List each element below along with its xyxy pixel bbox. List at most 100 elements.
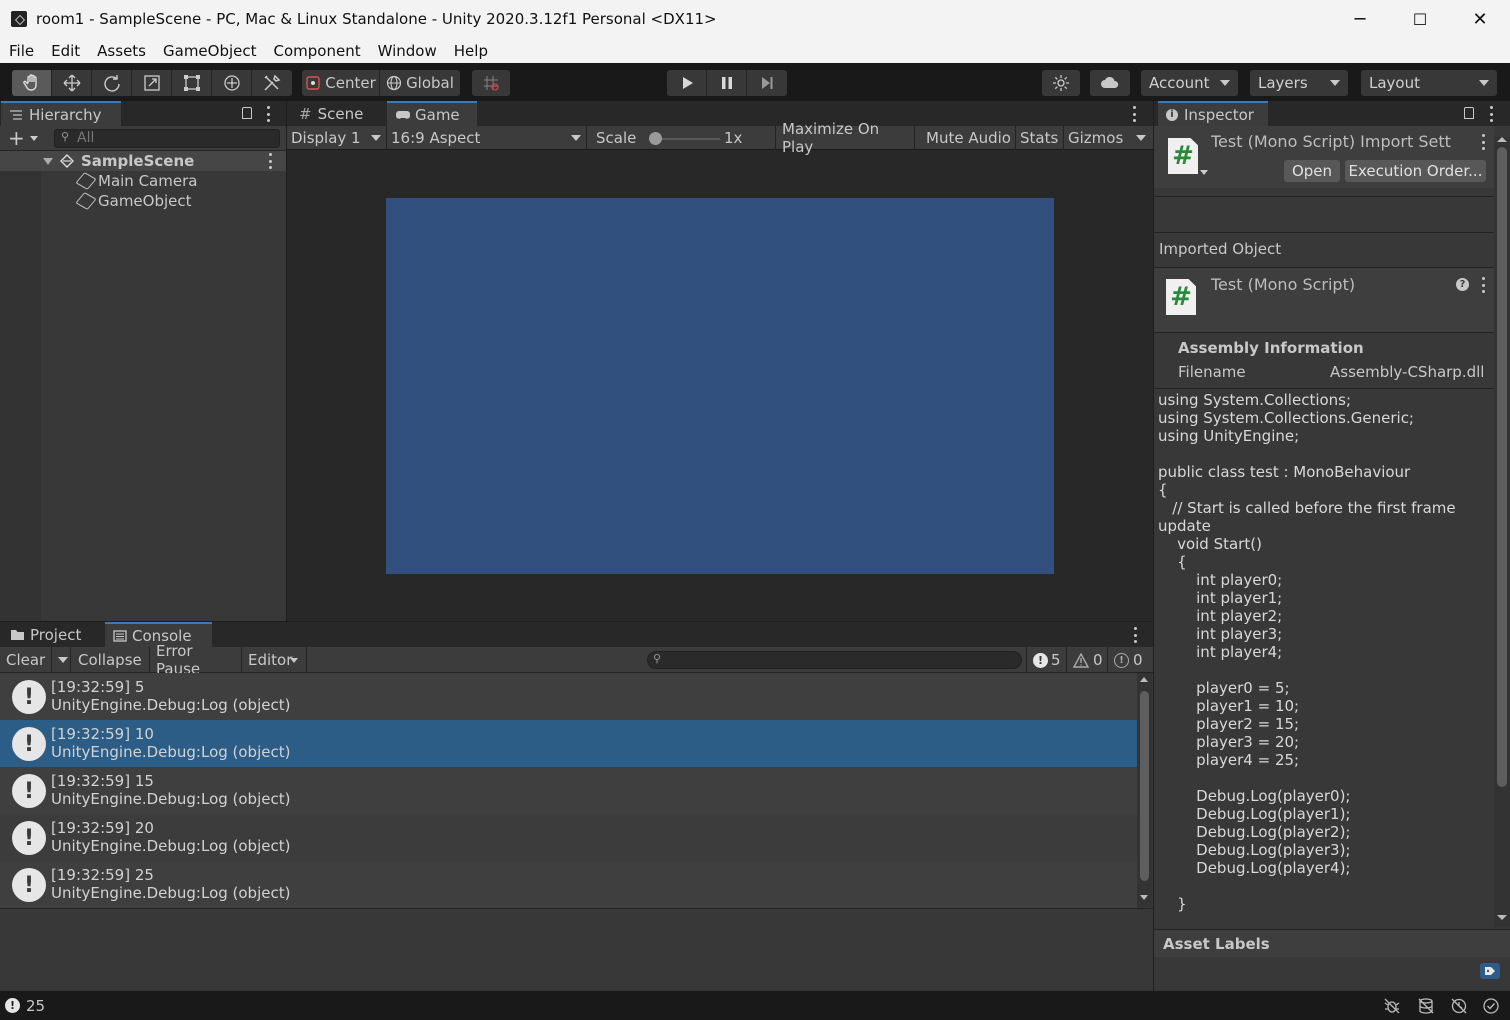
bug-icon[interactable] [1383,997,1401,1015]
menu-component[interactable]: Component [265,42,369,60]
tab-project[interactable]: Project [2,622,100,647]
kebab-menu-icon[interactable] [1485,106,1497,122]
aspect-dropdown[interactable]: 16:9 Aspect [387,126,587,150]
menu-edit[interactable]: Edit [42,42,88,60]
chevron-down-icon[interactable] [1200,170,1208,175]
pause-button[interactable] [707,70,747,96]
scene-kebab-icon[interactable] [264,153,276,169]
hierarchy-panel: Hierarchy + ⚲ All SampleScene Main Camer… [0,101,286,621]
scroll-down-icon[interactable] [1140,895,1148,900]
menu-gameobject[interactable]: GameObject [154,42,265,60]
lock-icon[interactable] [1464,107,1474,119]
clear-options-dropdown[interactable] [52,647,71,673]
scrollbar-thumb[interactable] [1140,691,1149,881]
display-dropdown[interactable]: Display 1 [287,126,387,150]
scene-name: SampleScene [81,152,195,170]
cache-server-icon[interactable] [1417,997,1435,1015]
tab-scene[interactable]: # Scene [291,101,381,126]
menu-help[interactable]: Help [445,42,496,60]
label-tag-icon[interactable] [1480,963,1500,979]
account-label: Account [1149,74,1210,92]
execution-order-button[interactable]: Execution Order... [1345,160,1486,182]
collapse-label: Collapse [78,651,142,669]
filename-label: Filename [1178,363,1246,381]
hierarchy-search-input[interactable]: ⚲ All [54,129,280,148]
editor-dropdown[interactable]: Editor [242,647,307,673]
pivot-center-toggle[interactable]: Center [302,70,380,96]
close-button[interactable]: ✕ [1450,0,1510,38]
log-filter-toggle[interactable]: ! 5 [1026,647,1067,673]
stats-toggle[interactable]: Stats [1016,126,1064,150]
error-pause-toggle[interactable]: Error Pause [150,642,242,678]
kebab-menu-icon[interactable] [1128,106,1140,122]
cloud-icon[interactable] [1090,70,1130,96]
console-log-entry[interactable]: ! [19:32:59] 10 UnityEngine.Debug:Log (o… [0,720,1137,767]
open-button[interactable]: Open [1284,160,1340,182]
kebab-menu-icon[interactable] [1477,277,1489,293]
console-log-entry[interactable]: ! [19:32:59] 20 UnityEngine.Debug:Log (o… [0,814,1137,861]
hierarchy-tabbar: Hierarchy [0,101,286,126]
scale-tool-icon[interactable] [132,70,172,96]
step-button[interactable] [747,70,787,96]
slider-handle[interactable] [649,132,662,145]
inspector-scrollbar[interactable] [1494,137,1510,927]
tab-game[interactable]: Game [387,101,477,126]
help-icon[interactable]: ? [1456,278,1469,291]
layers-dropdown[interactable]: Layers [1250,70,1348,96]
account-dropdown[interactable]: Account [1141,70,1238,96]
collab-icon[interactable] [1042,70,1080,96]
grid-snap-icon[interactable] [472,70,510,96]
scene-row[interactable]: SampleScene [0,151,286,171]
window-controls: ─ ☐ ✕ [1330,0,1510,38]
minimize-button[interactable]: ─ [1330,0,1390,38]
play-button[interactable] [667,70,707,96]
console-log-entry[interactable]: ! [19:32:59] 25 UnityEngine.Debug:Log (o… [0,861,1137,908]
error-filter-toggle[interactable]: ! 0 [1108,647,1153,673]
move-tool-icon[interactable] [52,70,92,96]
scrollbar-thumb[interactable] [1497,147,1507,787]
lock-icon[interactable] [242,107,252,119]
tab-hierarchy[interactable]: Hierarchy [1,101,121,126]
hierarchy-item-gameobject[interactable]: GameObject [0,191,286,211]
kebab-menu-icon[interactable] [262,106,274,122]
status-message[interactable]: 25 [26,997,45,1015]
chevron-down-icon[interactable] [30,136,38,141]
warning-filter-toggle[interactable]: 0 [1067,647,1108,673]
tab-inspector[interactable]: i Inspector [1158,101,1268,126]
scroll-down-icon[interactable] [1497,915,1507,920]
game-viewport[interactable] [386,198,1054,574]
custom-tool-icon[interactable] [252,70,292,96]
clear-button[interactable]: Clear [0,647,52,673]
scroll-up-icon[interactable] [1497,137,1507,142]
maximize-on-play-toggle[interactable]: Maximize On Play [778,120,915,156]
console-log-entry[interactable]: ! [19:32:59] 5 UnityEngine.Debug:Log (ob… [0,673,1137,720]
chevron-down-icon [371,135,381,141]
progress-icon[interactable] [1450,997,1468,1015]
hierarchy-tree [0,151,286,621]
pivot-global-toggle[interactable]: Global [380,70,460,96]
menu-window[interactable]: Window [369,42,445,60]
rect-tool-icon[interactable] [172,70,212,96]
scale-slider[interactable]: Scale 1x [592,126,776,150]
transform-tool-icon[interactable] [212,70,252,96]
console-log-entry[interactable]: ! [19:32:59] 15 UnityEngine.Debug:Log (o… [0,767,1137,814]
scale-value: 1x [724,129,743,147]
add-icon[interactable]: + [8,128,25,148]
mute-audio-toggle[interactable]: Mute Audio [922,126,1016,150]
console-search-input[interactable]: ⚲ [647,651,1022,669]
console-scrollbar[interactable] [1137,673,1152,907]
layout-dropdown[interactable]: Layout [1361,70,1497,96]
kebab-menu-icon[interactable] [1477,134,1489,150]
expand-arrow-icon[interactable] [43,157,53,165]
collapse-toggle[interactable]: Collapse [72,647,150,673]
kebab-menu-icon[interactable] [1129,627,1141,643]
gizmos-dropdown[interactable]: Gizmos [1064,126,1153,150]
scroll-up-icon[interactable] [1140,677,1148,682]
hand-tool-icon[interactable] [12,70,52,96]
maximize-button[interactable]: ☐ [1390,0,1450,38]
auto-refresh-check-icon[interactable] [1482,997,1500,1015]
menu-file[interactable]: File [0,42,42,60]
hierarchy-item-main-camera[interactable]: Main Camera [0,171,286,191]
menu-assets[interactable]: Assets [88,42,154,60]
rotate-tool-icon[interactable] [92,70,132,96]
